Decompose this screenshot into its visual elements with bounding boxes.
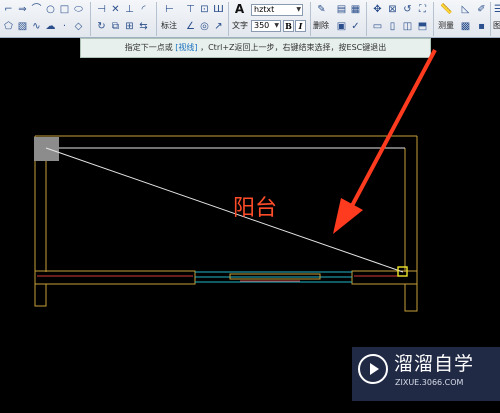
- watermark: 溜溜自学 ZIXUE.3066.COM: [352, 347, 500, 401]
- annotation-arrow: [333, 49, 437, 234]
- watermark-url: ZIXUE.3066.COM: [395, 378, 464, 387]
- play-logo-icon: [358, 354, 388, 384]
- window: [195, 271, 352, 283]
- watermark-title: 溜溜自学: [394, 353, 475, 375]
- wall-outline: [34, 135, 418, 312]
- room-label: 阳台: [233, 196, 278, 221]
- selection-grip[interactable]: [34, 137, 59, 161]
